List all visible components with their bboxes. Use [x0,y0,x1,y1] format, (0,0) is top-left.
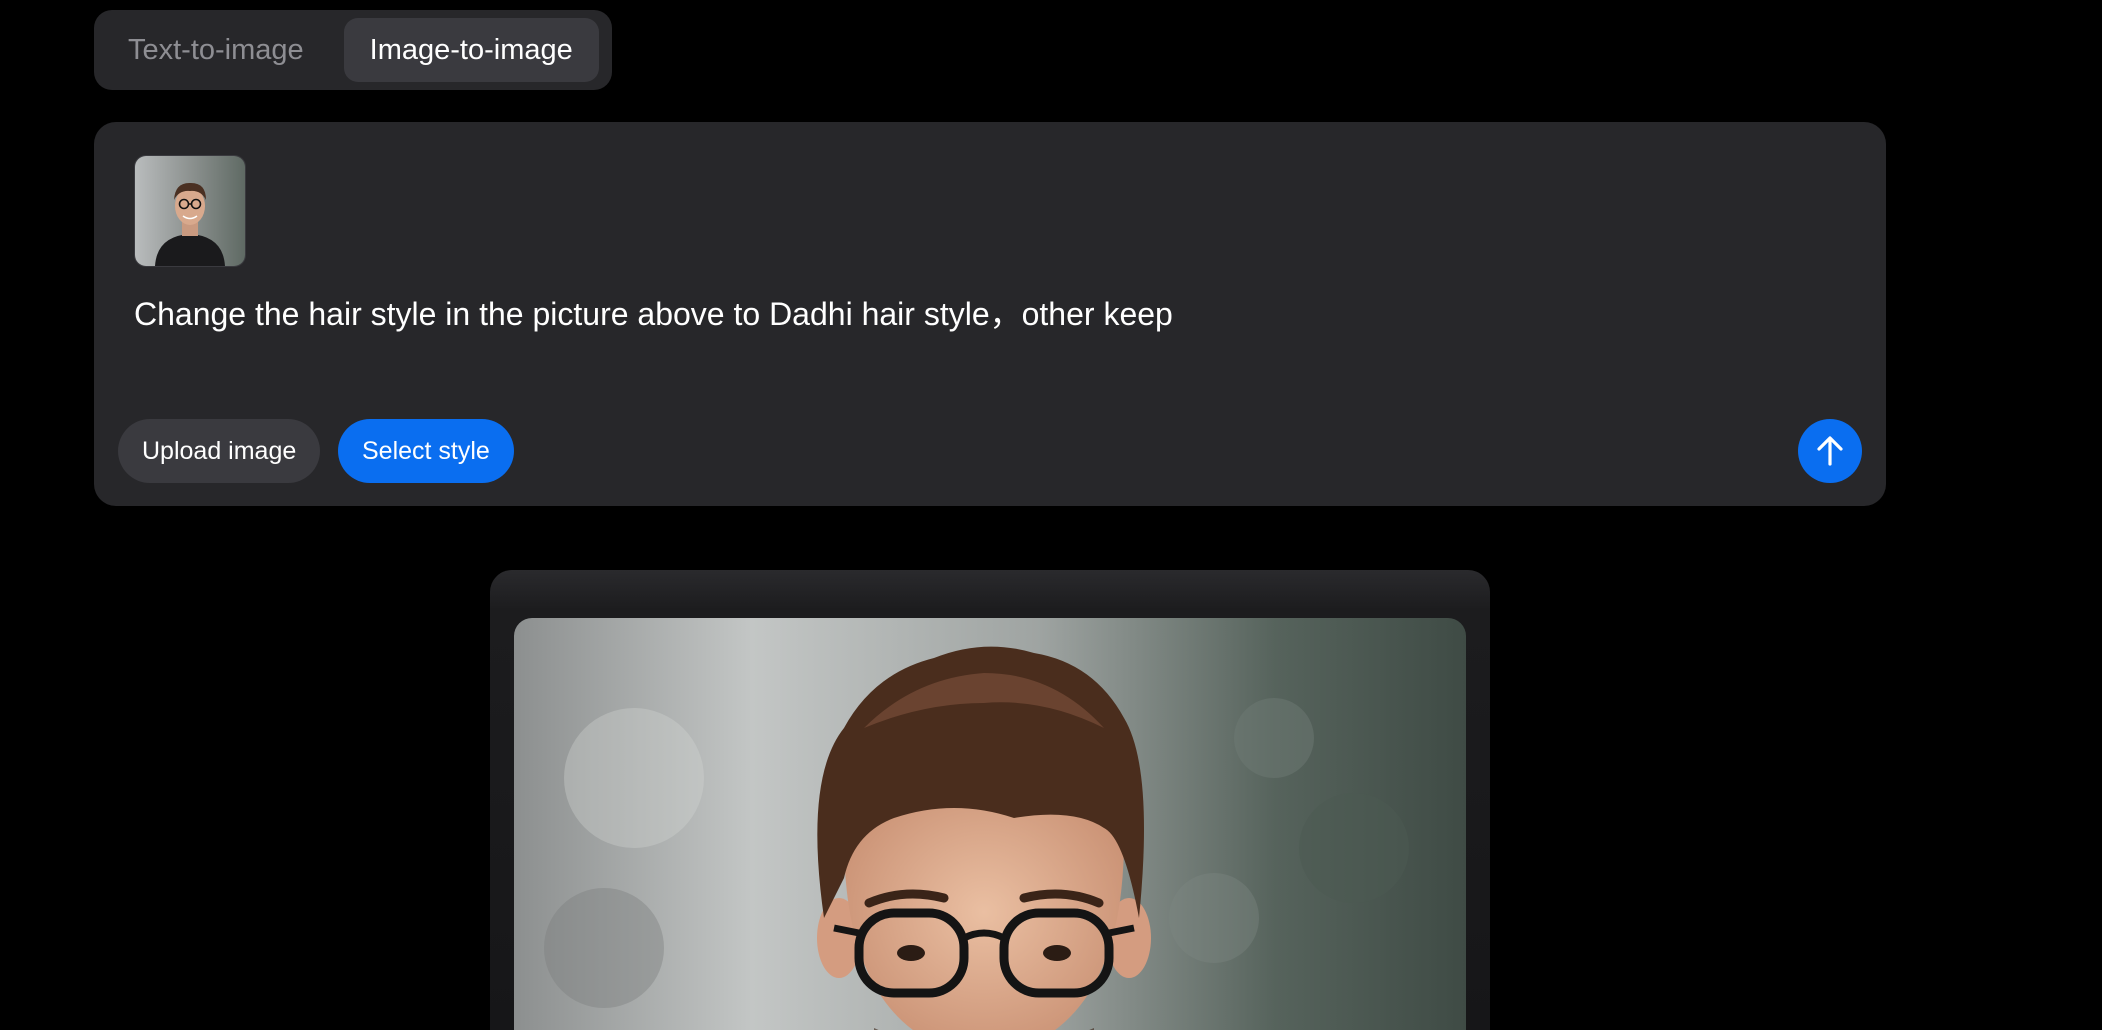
page: Text-to-image Image-to-image Change the … [0,0,2102,1030]
result-card [490,570,1490,1030]
tab-image-to-image[interactable]: Image-to-image [343,18,599,82]
generated-image[interactable] [514,618,1466,1030]
uploaded-image-thumbnail[interactable] [134,155,246,267]
mode-tabs: Text-to-image Image-to-image [94,10,612,90]
prompt-composer: Change the hair style in the picture abo… [94,122,1886,506]
select-style-button[interactable]: Select style [338,419,514,483]
prompt-input[interactable]: Change the hair style in the picture abo… [134,292,1846,336]
arrow-up-icon [1817,436,1843,466]
portrait-thumbnail-icon [135,156,245,266]
send-button[interactable] [1798,419,1862,483]
generated-portrait-image-icon [514,618,1466,1030]
upload-image-button[interactable]: Upload image [118,419,321,483]
tab-text-to-image[interactable]: Text-to-image [102,18,330,82]
